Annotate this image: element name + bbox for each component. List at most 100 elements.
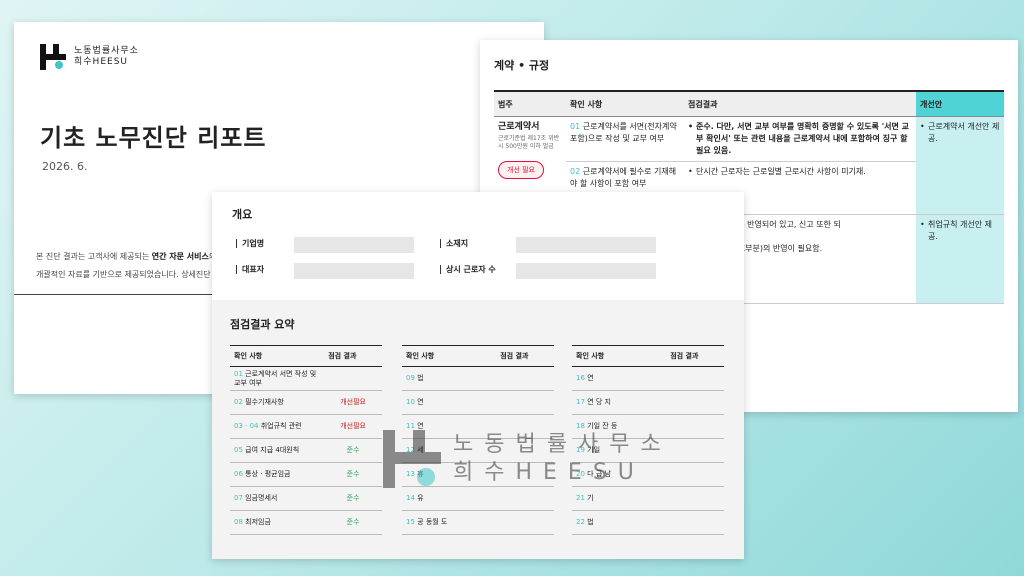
heesu-watermark-icon bbox=[383, 430, 441, 488]
improvement-text: 근로계약서 개선안 제공. bbox=[920, 121, 1000, 145]
item-text: 법 bbox=[417, 374, 424, 382]
item-result bbox=[666, 462, 724, 487]
col-header: 확인 사항 bbox=[572, 345, 667, 367]
field-label-company: 기업명 bbox=[236, 238, 264, 249]
item-number: 17 bbox=[576, 398, 585, 406]
item-text: 연 당 지 bbox=[587, 398, 611, 406]
item-number: 16 bbox=[576, 374, 585, 382]
item-number: 15 bbox=[406, 518, 415, 526]
ceo-input bbox=[294, 263, 414, 279]
item-number: 01 bbox=[234, 369, 243, 378]
item-text: 취업규칙 관련 bbox=[260, 422, 302, 430]
item-result bbox=[666, 390, 724, 415]
item-result bbox=[496, 366, 554, 391]
item-text: 임금명세서 bbox=[245, 494, 278, 502]
table-row: 01 근로계약서 서면 작성 및 교부 여부 bbox=[230, 366, 382, 391]
item-number: 21 bbox=[576, 494, 585, 502]
brand-name-en: 희수HEESU bbox=[74, 57, 129, 67]
item-result bbox=[666, 510, 724, 535]
company-name-input bbox=[294, 237, 414, 253]
summary-table-1: 확인 사항 점검 결과 01 근로계약서 서면 작성 및 교부 여부 02 필수기재사… bbox=[230, 345, 382, 535]
col-header: 범주 bbox=[494, 90, 566, 117]
watermark-name-kr: 노동법률사무소 bbox=[453, 432, 672, 457]
report-title: 기초 노무진단 리포트 bbox=[40, 124, 267, 152]
item-number: 11 bbox=[406, 422, 415, 430]
item-text: 통상 · 평균임금 bbox=[245, 470, 291, 478]
brand-logo: 노동법률사무소 희수HEESU bbox=[40, 44, 139, 70]
table-row: 06 통상 · 평균임금 준수 bbox=[230, 462, 382, 487]
brand-name-kr: 노동법률사무소 bbox=[74, 46, 139, 56]
item-result bbox=[666, 438, 724, 463]
heesu-logo-icon bbox=[40, 44, 66, 70]
item-text: 최저임금 bbox=[245, 518, 271, 526]
field-label-employees: 상시 근로자 수 bbox=[440, 264, 496, 275]
improvement-text: 취업규칙 개선안 제공. bbox=[920, 219, 1000, 243]
item-text: 연 bbox=[417, 398, 424, 406]
table-row: 02 필수기재사항 개선필요 bbox=[230, 390, 382, 415]
item-result bbox=[666, 414, 724, 439]
table-row: 22 법 bbox=[572, 510, 724, 535]
report-date: 2026. 6. bbox=[42, 160, 88, 173]
item-result: 준수 bbox=[324, 462, 382, 487]
field-label-ceo: 대표자 bbox=[236, 264, 264, 275]
table-row: 07 임금명세서 준수 bbox=[230, 486, 382, 511]
col-header: 점검 결과 bbox=[496, 345, 554, 367]
item-result bbox=[496, 390, 554, 415]
item-number: 07 bbox=[234, 494, 243, 502]
item-result bbox=[496, 510, 554, 535]
watermark-logo: 노동법률사무소 희수HEESU bbox=[383, 430, 672, 488]
item-number: 14 bbox=[406, 494, 415, 502]
item-result: 개선필요 bbox=[324, 414, 382, 439]
result-text: 단시간 근로자는 근로일별 근로시간 사항이 미기재. bbox=[688, 166, 912, 178]
col-header: 확인 사항 bbox=[566, 90, 684, 117]
table-row: 근로계약서 근로기준법 제17조 위반시 500만원 이하 벌금 개선 필요 0… bbox=[494, 116, 1004, 215]
category-note: 근로기준법 제17조 위반시 500만원 이하 벌금 bbox=[498, 135, 560, 150]
item-text: 유 bbox=[417, 494, 424, 502]
col-header: 점검 결과 bbox=[324, 345, 382, 367]
item-result bbox=[666, 366, 724, 391]
item-result bbox=[324, 366, 382, 391]
item-result: 준수 bbox=[324, 438, 382, 463]
item-number: 09 bbox=[406, 374, 415, 382]
item-result: 개선필요 bbox=[324, 390, 382, 415]
item-number: 22 bbox=[576, 518, 585, 526]
table-row: 14 유 bbox=[402, 486, 554, 511]
item-number: 18 bbox=[576, 422, 585, 430]
item-text: 공 동월 도 bbox=[417, 518, 448, 526]
table-row: 17 연 당 지 bbox=[572, 390, 724, 415]
table-row: 09 법 bbox=[402, 366, 554, 391]
col-header: 점검 결과 bbox=[666, 345, 724, 367]
item-number: 10 bbox=[406, 398, 415, 406]
field-label-location: 소재지 bbox=[440, 238, 468, 249]
employee-count-input bbox=[516, 263, 656, 279]
category-label: 근로계약서 bbox=[498, 122, 540, 132]
result-text: 준수. 다만, 서면 교부 여부를 명확히 증명할 수 있도록 '서면 교부 확… bbox=[688, 121, 912, 157]
item-result: 준수 bbox=[324, 510, 382, 535]
item-text: 근로계약서 서면 작성 및 교부 여부 bbox=[234, 369, 317, 387]
item-number: 03 · 04 bbox=[234, 422, 259, 430]
item-text: 연 bbox=[587, 374, 594, 382]
item-text: 법 bbox=[587, 518, 594, 526]
col-header: 개선안 bbox=[916, 90, 1004, 117]
item-text: 기일 잔 등 bbox=[587, 422, 618, 430]
item-result bbox=[666, 486, 724, 511]
table-row: 21 기 bbox=[572, 486, 724, 511]
status-badge: 개선 필요 bbox=[498, 161, 544, 179]
table-row: 10 연 bbox=[402, 390, 554, 415]
watermark-name-en: 희수HEESU bbox=[453, 460, 645, 485]
location-input bbox=[516, 237, 656, 253]
item-number: 08 bbox=[234, 518, 243, 526]
overview-document: 개요 기업명 소재지 대표자 상시 근로자 수 점검결과 요약 확인 사항 점검 … bbox=[212, 192, 744, 559]
col-header: 확인 사항 bbox=[402, 345, 497, 367]
table-row: 16 연 bbox=[572, 366, 724, 391]
table-row: 05 급여 지급 4대원칙 준수 bbox=[230, 438, 382, 463]
col-header: 확인 사항 bbox=[230, 345, 325, 367]
item-text: 필수기재사항 bbox=[245, 398, 284, 406]
col-header: 점검결과 bbox=[684, 90, 916, 117]
item-result bbox=[496, 486, 554, 511]
item-text: 급여 지급 4대원칙 bbox=[245, 446, 300, 454]
item-number: 02 bbox=[234, 398, 243, 406]
item-result: 준수 bbox=[324, 486, 382, 511]
section-title: 계약 • 규정 bbox=[494, 59, 550, 72]
item-number: 05 bbox=[234, 446, 243, 454]
